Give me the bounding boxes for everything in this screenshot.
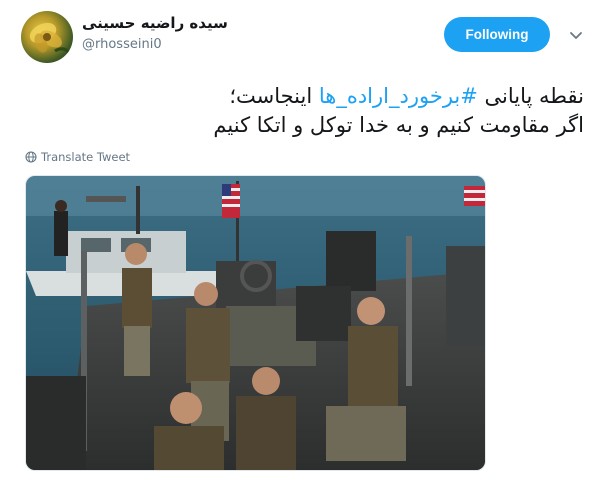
avatar[interactable] <box>21 11 73 63</box>
tweet-line-2: اگر مقاومت کنیم و به خدا توکل و اتکا کنی… <box>213 113 584 137</box>
translate-tweet-label: Translate Tweet <box>41 150 131 164</box>
translate-tweet-link[interactable]: Translate Tweet <box>25 150 130 164</box>
following-button[interactable]: Following <box>444 17 550 52</box>
chevron-down-icon[interactable] <box>568 27 584 43</box>
photo-sailors-on-boat <box>26 176 485 470</box>
tweet-line-1-suffix: اینجاست؛ <box>229 84 319 108</box>
author-name[interactable]: سیده راضیه حسینی <box>82 14 228 32</box>
tweet-text: نقطه پایانی #برخورد_اراده_ها اینجاست؛ اگ… <box>24 82 584 140</box>
tweet-line-1: نقطه پایانی #برخورد_اراده_ها اینجاست؛ <box>24 82 584 111</box>
tweet-card: سیده راضیه حسینی @rhosseini0 Following ن… <box>0 0 616 478</box>
author-handle[interactable]: @rhosseini0 <box>82 37 162 52</box>
globe-icon <box>25 151 37 163</box>
tweet-photo[interactable] <box>25 175 486 471</box>
tweet-line-1-prefix: نقطه پایانی <box>477 84 584 108</box>
hashtag-link[interactable]: #برخورد_اراده_ها <box>319 84 478 108</box>
avatar-flower-image <box>29 22 73 56</box>
